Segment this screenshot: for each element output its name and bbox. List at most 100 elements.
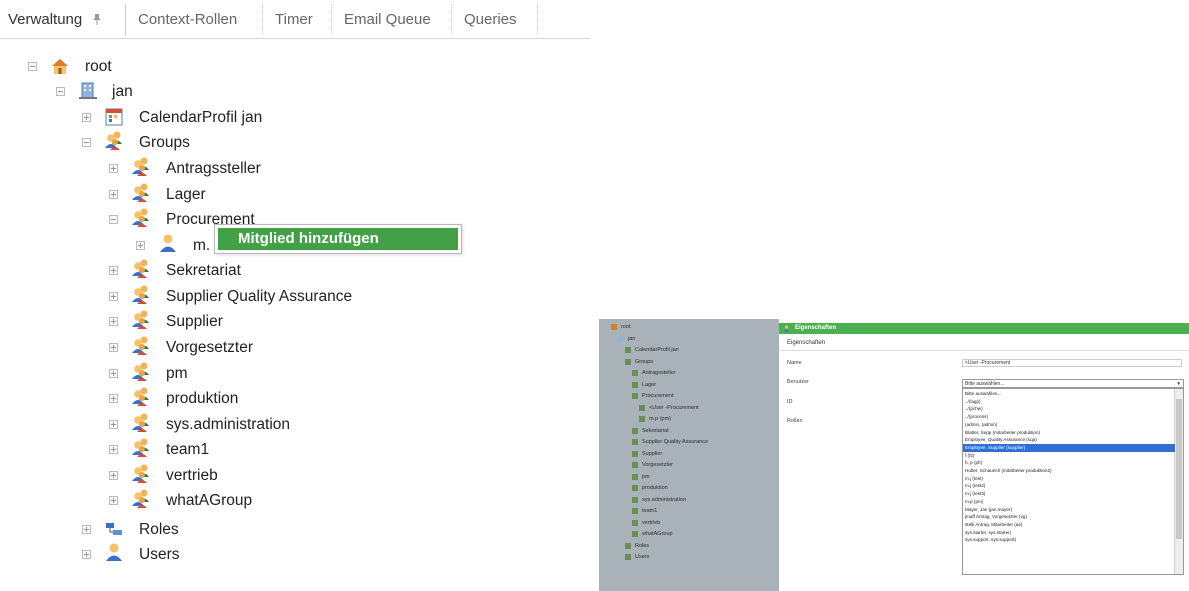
expand-toggle-icon[interactable] (109, 420, 118, 429)
group-icon (132, 413, 149, 432)
node-label: m.p (pm) (649, 416, 671, 422)
tab-label: Context-Rollen (138, 11, 238, 28)
expand-toggle-icon[interactable] (82, 113, 91, 122)
option-item[interactable]: m.j (test2) (965, 482, 985, 490)
option-item[interactable]: stelli Antrag, Mitarbeiter (ae) (965, 521, 1022, 529)
expand-toggle-icon[interactable] (109, 369, 118, 378)
option-item[interactable]: Employee, Supplier (supplier) (963, 443, 1175, 452)
collapse-toggle-icon[interactable] (28, 62, 37, 71)
scrollbar-thumb[interactable] (1176, 399, 1182, 539)
properties-header: Eigenschaften (779, 323, 1189, 334)
node-icon (632, 381, 638, 388)
node-label: Groups (635, 358, 654, 365)
option-item[interactable]: Blatter, Sepp (mitarbeiter produktion) (965, 429, 1040, 437)
node-icon (639, 416, 645, 422)
node-icon (632, 370, 638, 376)
group-icon (105, 131, 122, 150)
option-item[interactable]: Huber, Schaurich (mitarbeiter produktion… (965, 467, 1052, 475)
option-item[interactable]: sys.starter, sys.starter) (965, 529, 1011, 537)
properties-title: Eigenschaften (795, 325, 837, 331)
tree-node-label: jan (112, 83, 133, 100)
option-item[interactable]: Bitte auswählen... (965, 390, 1001, 398)
node-label: pm (642, 473, 650, 480)
expand-toggle-icon[interactable] (82, 550, 91, 559)
node-label: produktion (642, 485, 668, 491)
tree-node-label: Roles (139, 521, 179, 538)
option-item[interactable]: m.p (pm) (965, 498, 983, 506)
node-label: Vorgesetzter (642, 462, 673, 468)
option-item[interactable]: ../(process) (965, 413, 988, 421)
expand-toggle-icon[interactable] (82, 525, 91, 534)
expand-toggle-icon[interactable] (109, 317, 118, 326)
node-label: Supplier (642, 450, 663, 457)
node-label: Sekretariat (642, 427, 669, 434)
user-icon (106, 543, 122, 561)
scrollbar[interactable] (1174, 389, 1183, 574)
tab-context-rollen[interactable]: Context-Rollen (126, 4, 263, 36)
expand-toggle-icon[interactable] (109, 445, 118, 454)
name-field[interactable]: <User -Procurement (962, 359, 1182, 367)
option-item[interactable]: sys.support, sys.support) (965, 536, 1016, 544)
node-icon (611, 324, 617, 330)
group-icon (132, 464, 149, 483)
collapse-toggle-icon[interactable] (56, 87, 65, 96)
node-label: CalendarProfil jan (635, 347, 679, 353)
group-icon (132, 208, 149, 227)
tree-node-label: Users (139, 546, 180, 563)
expand-toggle-icon[interactable] (109, 343, 118, 352)
menu-item-add-member[interactable]: Mitglied hinzufügen (218, 228, 458, 250)
group-icon (132, 362, 149, 381)
thumbnail-properties-panel: Eigenschaften Eigenschaften Name <User -… (779, 319, 1189, 591)
tab-timer[interactable]: Timer (263, 4, 332, 36)
node-icon (632, 393, 638, 399)
pin-icon (93, 14, 102, 25)
tab-verwaltung[interactable]: Verwaltung (0, 4, 126, 36)
option-item[interactable]: h, p (ph) (965, 459, 982, 467)
expand-toggle-icon[interactable] (109, 266, 118, 275)
user-options-list[interactable]: Bitte auswählen... ../(lagp) ../(pchw) ../(… (962, 388, 1184, 575)
properties-tab[interactable]: Eigenschaften (787, 340, 825, 346)
option-item[interactable]: Mayer, Jan (jan.mayer) (965, 506, 1012, 514)
option-item[interactable]: f (f2) (965, 452, 974, 460)
name-label: Name (787, 360, 802, 366)
group-icon (132, 183, 149, 202)
expand-toggle-icon[interactable] (136, 241, 145, 250)
node-icon (632, 496, 638, 503)
tab-queries[interactable]: Queries (452, 4, 538, 36)
tree-node-label: vertrieb (166, 467, 218, 484)
option-item[interactable]: ../(lagp) (965, 398, 981, 406)
expand-toggle-icon[interactable] (109, 394, 118, 403)
tree-node-label: Supplier (166, 313, 223, 330)
node-label: team1 (642, 508, 658, 514)
option-item[interactable]: m.j (test3) (965, 490, 985, 498)
option-item[interactable]: ../(pchw) (965, 405, 983, 413)
collapse-toggle-icon[interactable] (82, 138, 91, 147)
tree-node-label: Lager (166, 186, 206, 203)
tree-node-label: Antragssteller (166, 160, 261, 177)
option-item[interactable]: jmaff Antrag, Vorgesetzter (vg) (965, 513, 1027, 521)
tab-email-queue[interactable]: Email Queue (332, 4, 452, 36)
node-icon (618, 335, 624, 342)
expand-toggle-icon[interactable] (109, 190, 118, 199)
user-select[interactable]: Bitte auswählen... (962, 379, 1184, 388)
node-icon (632, 439, 638, 445)
tree-node-label: produktion (166, 390, 239, 407)
option-item[interactable]: Employee, Quality Assurance (sqa) (965, 436, 1037, 444)
expand-toggle-icon[interactable] (109, 292, 118, 301)
node-icon (632, 531, 638, 537)
roles-label: Rollen (787, 418, 803, 424)
expand-toggle-icon[interactable] (109, 164, 118, 173)
option-item[interactable]: m.j (test) (965, 475, 983, 483)
tree-node-label: Groups (139, 134, 190, 151)
tree-node-label: CalendarProfil jan (139, 109, 263, 126)
node-icon (632, 462, 638, 468)
expand-toggle-icon[interactable] (109, 496, 118, 505)
group-icon (132, 387, 149, 406)
group-icon (132, 336, 149, 355)
collapse-toggle-icon[interactable] (109, 215, 118, 224)
expand-toggle-icon[interactable] (109, 471, 118, 480)
tree-node-label: whatAGroup (166, 492, 253, 509)
building-icon (79, 82, 97, 99)
option-item[interactable]: (admin, (admin) (965, 421, 997, 429)
node-label: vertrieb (642, 519, 661, 526)
